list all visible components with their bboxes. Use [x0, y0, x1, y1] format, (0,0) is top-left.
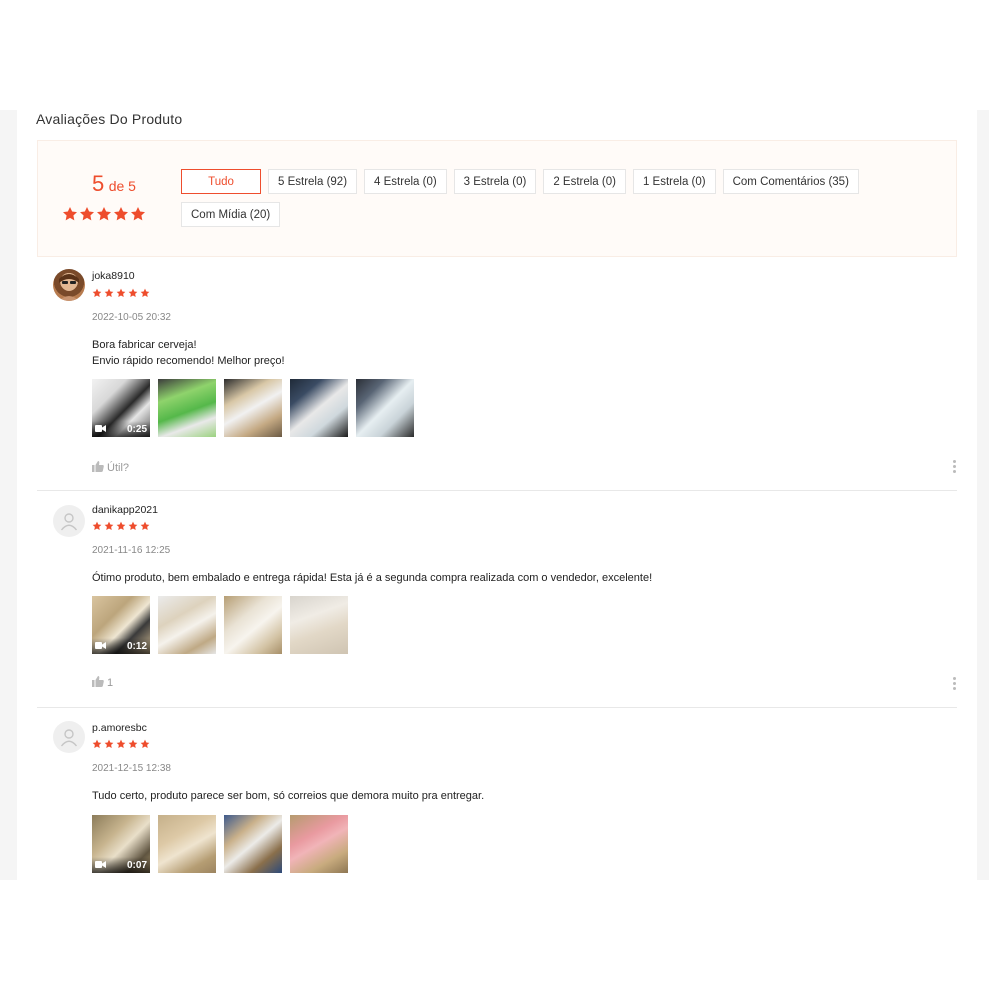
review-username: p.amoresbc — [92, 722, 147, 734]
rating-overview: 5 de 5 Tudo 5 Estrela (92) 4 Estrela (0)… — [37, 140, 957, 257]
star-icon — [92, 521, 102, 530]
avatar[interactable] — [53, 269, 85, 301]
review-comment: Bora fabricar cerveja! Envio rápido reco… — [92, 337, 285, 369]
video-duration: 0:07 — [126, 859, 147, 871]
star-icon — [104, 288, 114, 297]
star-icon — [140, 521, 150, 530]
more-options-icon[interactable] — [953, 460, 957, 473]
thumbs-up-icon — [92, 461, 104, 475]
video-overlay: 0:12 — [92, 638, 150, 654]
star-icon — [114, 207, 128, 221]
helpful-count: 1 — [107, 677, 114, 689]
thumbs-up-icon — [92, 676, 104, 690]
review-stars — [92, 739, 150, 749]
review-image-thumbnail[interactable] — [158, 379, 216, 437]
star-icon — [131, 207, 145, 221]
user-placeholder-icon — [60, 729, 78, 747]
filter-1-star[interactable]: 1 Estrela (0) — [632, 169, 716, 194]
video-camera-icon — [95, 856, 106, 873]
video-camera-icon — [95, 637, 106, 654]
review-item: danikapp2021 2021-11-16 12:25 Ótimo prod… — [37, 498, 957, 708]
review-comment: Tudo certo, produto parece ser bom, só c… — [92, 788, 484, 804]
comment-line: Envio rápido recomendo! Melhor preço! — [92, 355, 285, 367]
filter-with-media[interactable]: Com Mídia (20) — [181, 202, 281, 227]
avatar[interactable] — [53, 505, 85, 537]
star-icon — [128, 521, 138, 530]
user-placeholder-icon — [60, 513, 78, 531]
review-image-thumbnail[interactable] — [224, 815, 282, 873]
review-image-thumbnail[interactable] — [290, 379, 348, 437]
review-video-thumbnail[interactable]: 0:12 — [92, 596, 150, 654]
helpful-label: Útil? — [107, 462, 130, 474]
star-icon — [104, 739, 114, 748]
star-icon — [97, 207, 111, 221]
video-camera-icon — [95, 420, 106, 437]
more-options-icon[interactable] — [953, 677, 957, 690]
review-media: 0:25 — [92, 379, 414, 437]
average-score: 5 de 5 — [62, 171, 166, 197]
star-icon — [104, 521, 114, 530]
score-value: 5 — [92, 171, 105, 196]
review-date: 2022-10-05 20:32 — [92, 312, 171, 323]
average-stars — [62, 206, 146, 222]
filter-5-star[interactable]: 5 Estrela (92) — [268, 169, 358, 194]
filter-3-star[interactable]: 3 Estrela (0) — [453, 169, 537, 194]
section-title: Avaliações Do Produto — [36, 111, 183, 127]
star-icon — [140, 288, 150, 297]
product-ratings-panel: Avaliações Do Produto 5 de 5 Tudo 5 Estr… — [17, 110, 977, 880]
star-icon — [92, 739, 102, 748]
user-photo-icon — [59, 274, 79, 301]
review-media: 0:12 — [92, 596, 348, 654]
filter-2-star[interactable]: 2 Estrela (0) — [543, 169, 626, 194]
review-stars — [92, 288, 150, 298]
review-image-thumbnail[interactable] — [356, 379, 414, 437]
avatar[interactable] — [53, 721, 85, 753]
helpful-button[interactable]: Útil? — [92, 461, 129, 475]
filter-with-comments[interactable]: Com Comentários (35) — [722, 169, 859, 194]
video-overlay: 0:25 — [92, 421, 150, 437]
review-item: p.amoresbc 2021-12-15 12:38 Tudo certo, … — [37, 716, 957, 880]
review-image-thumbnail[interactable] — [290, 596, 348, 654]
review-image-thumbnail[interactable] — [158, 596, 216, 654]
score-of-text: de 5 — [108, 178, 136, 194]
review-image-thumbnail[interactable] — [158, 815, 216, 873]
star-icon — [116, 521, 126, 530]
review-media: 0:07 — [92, 815, 348, 873]
review-video-thumbnail[interactable]: 0:25 — [92, 379, 150, 437]
video-duration: 0:25 — [126, 423, 147, 435]
star-icon — [128, 739, 138, 748]
review-image-thumbnail[interactable] — [224, 596, 282, 654]
video-overlay: 0:07 — [92, 857, 150, 873]
review-divider — [37, 707, 957, 708]
video-duration: 0:12 — [126, 640, 147, 652]
review-username: danikapp2021 — [92, 504, 158, 516]
rating-filters: Tudo 5 Estrela (92) 4 Estrela (0) 3 Estr… — [181, 169, 881, 227]
star-icon — [128, 288, 138, 297]
review-comment: Ótimo produto, bem embalado e entrega rá… — [92, 570, 652, 586]
review-image-thumbnail[interactable] — [290, 815, 348, 873]
review-item: joka8910 2022-10-05 20:32 Bora fabricar … — [37, 265, 957, 490]
comment-line: Bora fabricar cerveja! — [92, 339, 197, 351]
star-icon — [116, 739, 126, 748]
review-image-thumbnail[interactable] — [224, 379, 282, 437]
review-username: joka8910 — [92, 270, 135, 282]
review-stars — [92, 521, 150, 531]
star-icon — [63, 207, 77, 221]
helpful-button[interactable]: 1 — [92, 676, 113, 690]
comment-line: Ótimo produto, bem embalado e entrega rá… — [92, 572, 653, 584]
star-icon — [92, 288, 102, 297]
review-date: 2021-12-15 12:38 — [92, 763, 171, 774]
star-icon — [116, 288, 126, 297]
star-icon — [80, 207, 94, 221]
review-divider — [37, 490, 957, 491]
star-icon — [140, 739, 150, 748]
comment-line: Tudo certo, produto parece ser bom, só c… — [92, 790, 485, 802]
filter-4-star[interactable]: 4 Estrela (0) — [364, 169, 447, 194]
review-date: 2021-11-16 12:25 — [92, 545, 171, 556]
review-video-thumbnail[interactable]: 0:07 — [92, 815, 150, 873]
filter-all[interactable]: Tudo — [181, 169, 261, 194]
